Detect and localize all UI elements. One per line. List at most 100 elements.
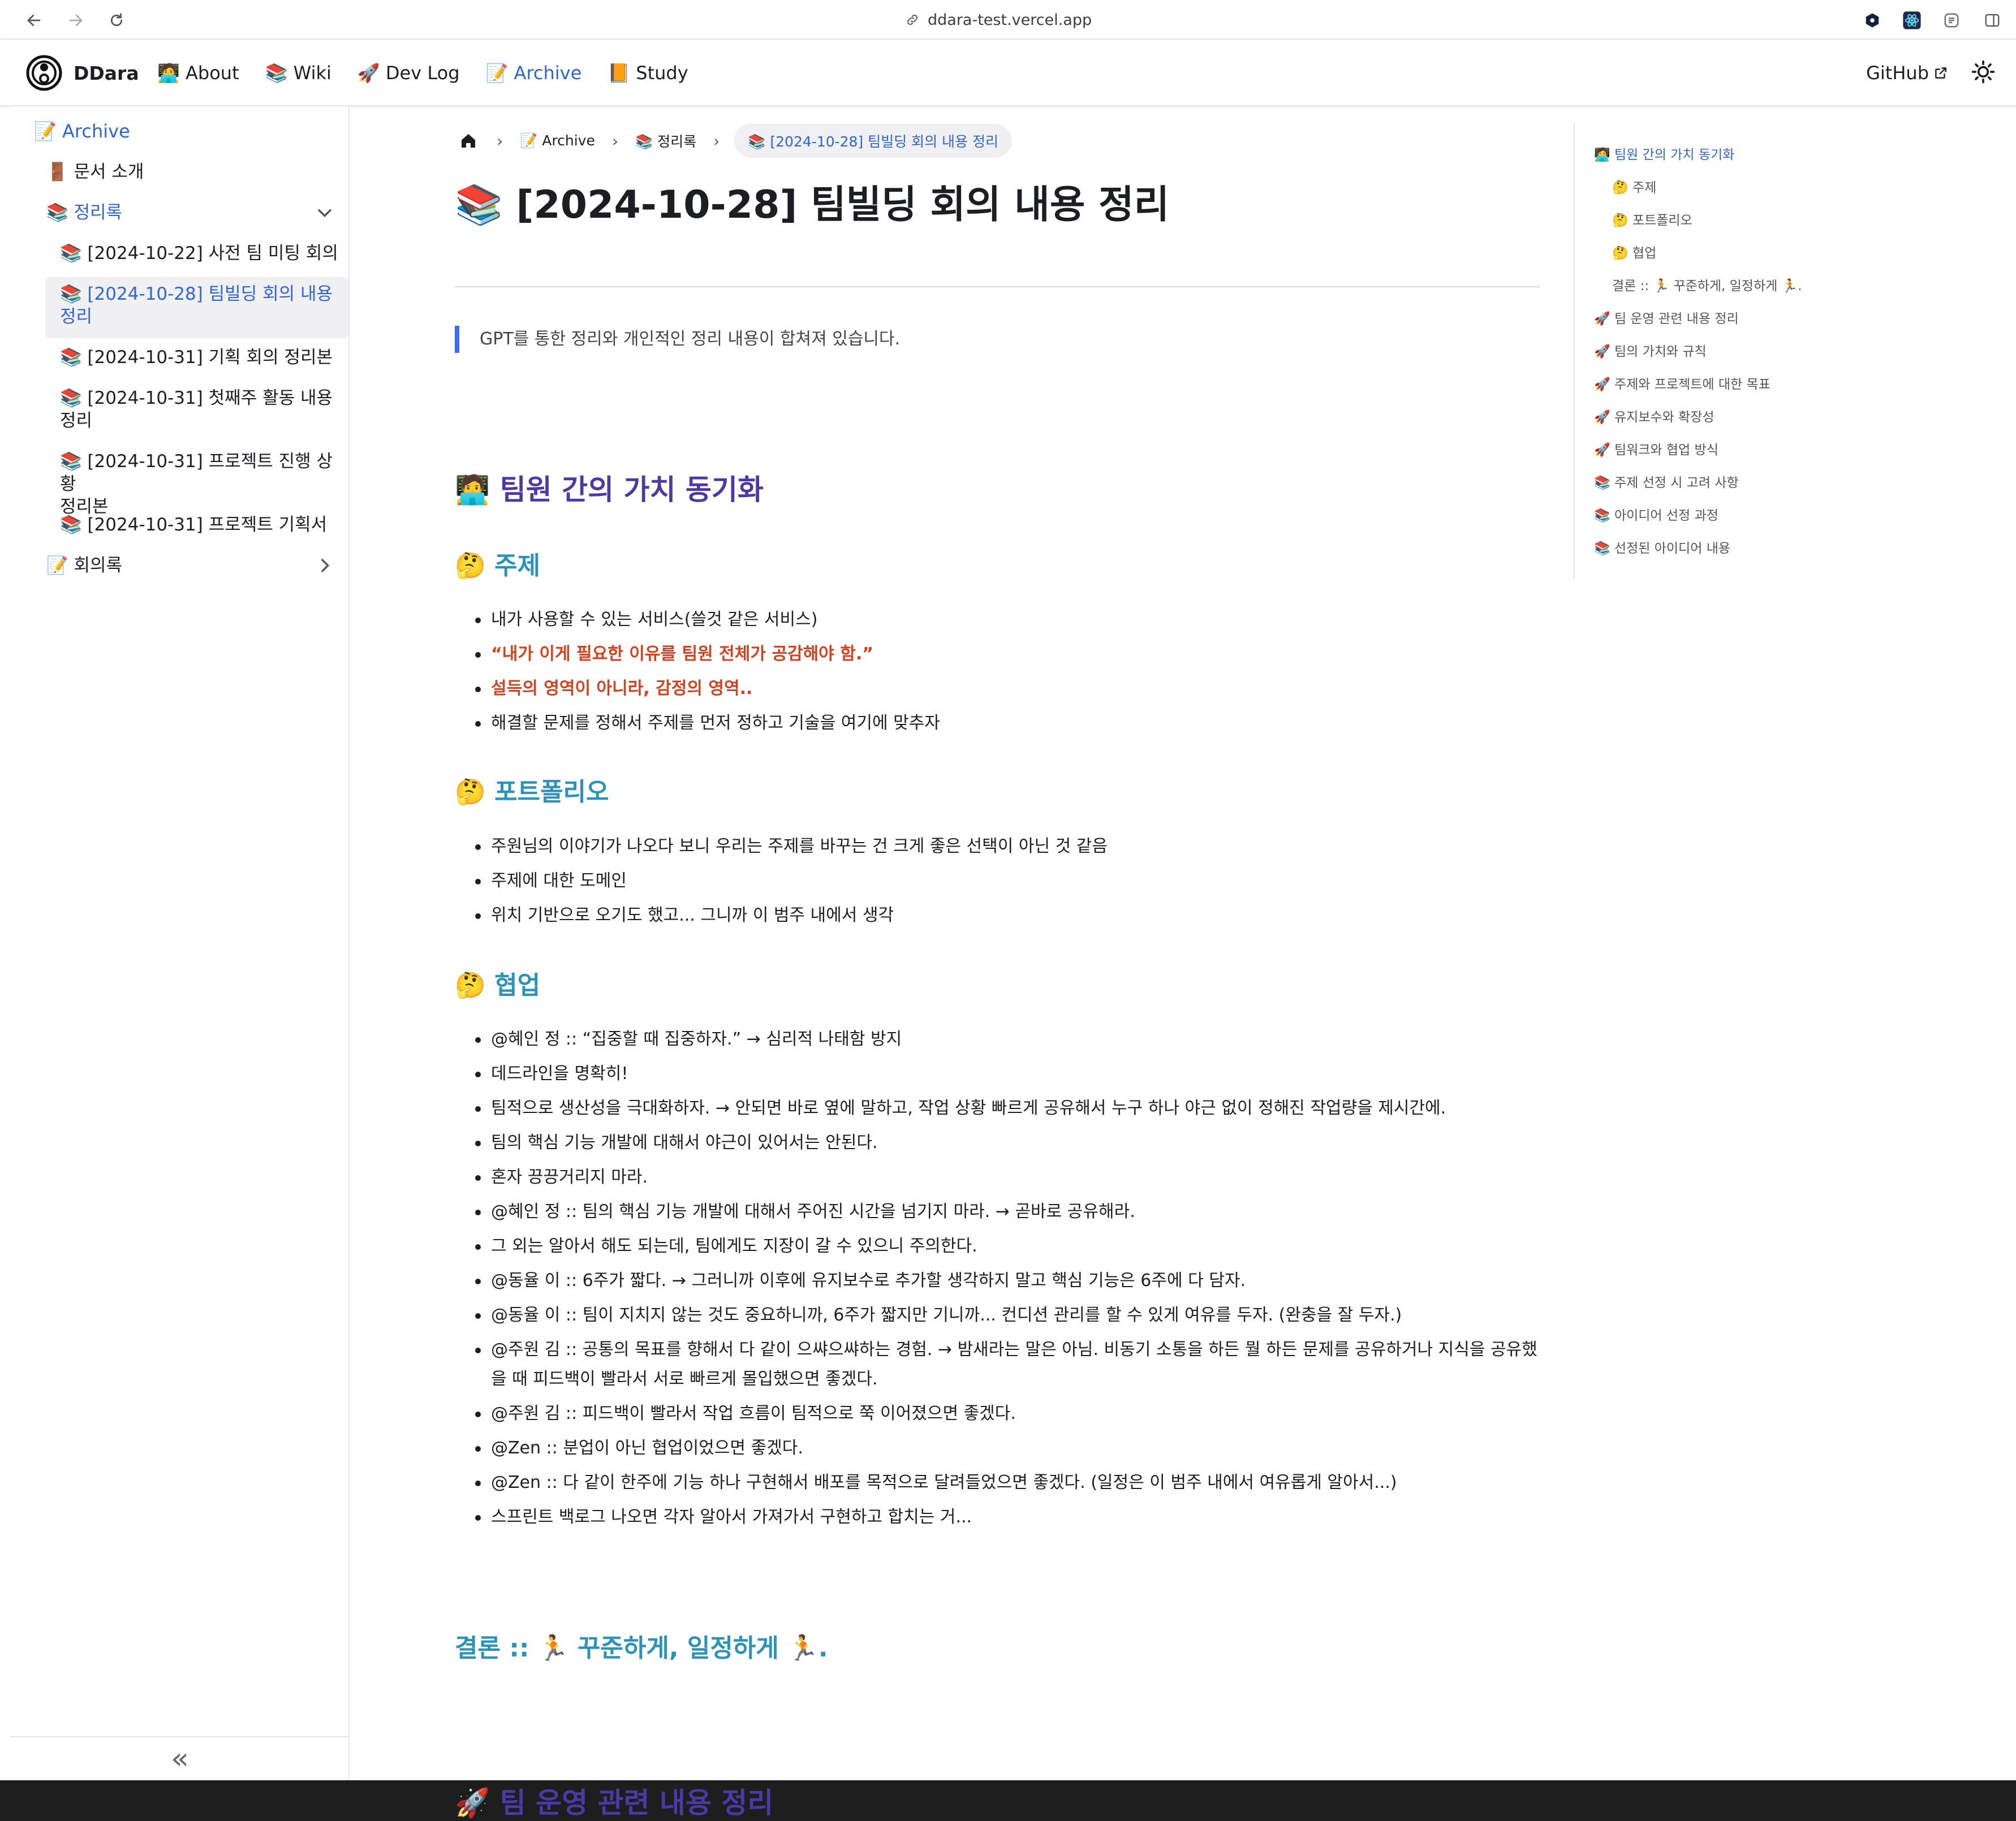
sidebar-panel-icon [1985,14,2000,27]
toc-item-topic-criteria[interactable]: 📚 주제 선정 시 고려 사항 [1594,472,1739,491]
sidebar-item-doc-1028[interactable]: 📚 [2024-10-28] 팀빌딩 회의 내용 정리 [60,283,343,328]
list-item: 팀적으로 생산성을 극대화하자. → 안되면 바로 옆에 말하고, 작업 상황 … [475,1094,1544,1123]
react-icon [1903,11,1921,29]
back-button[interactable] [23,9,45,32]
extension-button-2[interactable] [1940,9,1963,32]
nav-item-study[interactable]: 📙 Study [608,62,688,84]
sidebar-item-doc-1031-plan[interactable]: 📚 [2024-10-31] 기획 회의 정리본 [60,346,333,369]
list-item: 위치 기반으로 오기도 했고... 그니까 이 범주 내에서 생각 [475,901,1527,930]
sidebar-item-minutes[interactable]: 📝 회의록 [46,554,122,577]
github-link[interactable]: GitHub [1866,62,1948,84]
chevron-down-icon [318,209,331,218]
reload-button[interactable] [105,9,128,32]
toc-item-portfolio[interactable]: 🤔 포트폴리오 [1612,209,1692,228]
extension-hex-icon [1866,13,1879,28]
toc-item-values-sync[interactable]: 🧑‍💻 팀원 간의 가치 동기화 [1594,144,1734,163]
home-button[interactable] [455,132,482,150]
heading-topic: 🤔 주제 [455,551,541,580]
sidebar-item-archive[interactable]: 📝 Archive [34,120,130,143]
list-item: 해결할 문제를 정해서 주제를 먼저 정하고 기술을 여기에 맞추자 [475,709,1527,738]
sidebar-item-doc-1022[interactable]: 📚 [2024-10-22] 사전 팀 미팅 회의 [60,242,338,265]
double-chevron-left-icon: « [171,1742,189,1776]
toc-item-goals[interactable]: 🚀 주제와 프로젝트에 대한 목표 [1594,373,1771,392]
intro-blockquote: GPT를 통한 정리와 개인적인 정리 내용이 합쳐져 있습니다. [455,326,900,353]
ddara-logo-icon [26,55,62,91]
list-item: @동율 이 :: 6주가 짧다. → 그러니까 이후에 유지보수로 추가할 생각… [475,1266,1544,1296]
topic-list: 내가 사용할 수 있는 서비스(쓸것 같은 서비스) “내가 이게 필요한 이유… [475,605,1527,743]
sidebar-expand-button[interactable] [313,554,336,577]
nav-right: GitHub [1866,54,1996,92]
nav-item-devlog[interactable]: 🚀 Dev Log [357,62,460,84]
toc-item-collab[interactable]: 🤔 협업 [1612,242,1656,261]
breadcrumb-item-archive[interactable]: 📝 Archive [518,132,597,149]
heading-portfolio: 🤔 포트폴리오 [455,778,609,806]
sidebar-item-summary[interactable]: 📚 정리록 [46,201,122,224]
nav-item-wiki[interactable]: 📚 Wiki [265,62,331,84]
list-item: @주원 김 :: 공통의 목표를 향해서 다 같이 으쌰으쌰하는 경험. → 밤… [475,1335,1544,1394]
home-icon [462,134,475,148]
list-item: 스프린트 백로그 나오면 각자 알아서 가져가서 구현하고 합치는 거... [475,1503,1544,1532]
react-devtools-button[interactable] [1901,9,1923,32]
list-item: 주원님의 이야기가 나오다 보니 우리는 주제를 바꾸는 건 크게 좋은 선택이… [475,832,1527,861]
notes-icon [1944,13,1959,28]
toc-item-selected-idea[interactable]: 📚 선정된 아이디어 내용 [1594,537,1730,556]
theme-toggle-button[interactable] [1971,59,1996,87]
breadcrumb-current: 📚 [2024-10-28] 팀빌딩 회의 내용 정리 [734,124,1012,158]
sidebar-item-doc-1031-week1[interactable]: 📚 [2024-10-31] 첫째주 활동 내용 정리 [60,387,343,432]
table-of-contents [1574,123,1579,579]
toc-item-team-ops[interactable]: 🚀 팀 운영 관련 내용 정리 [1594,308,1739,327]
browser-toolbar: ddara-test.vercel.app [0,0,2016,40]
title-divider [455,286,1540,287]
sidebar-item-doc-1031-progress[interactable]: 📚 [2024-10-31] 프로젝트 진행 상황 정리본 [60,450,348,518]
toc-item-idea-process[interactable]: 📚 아이디어 선정 과정 [1594,504,1718,524]
brand-name: DDara [74,62,139,84]
list-item-emphasis: “내가 이게 필요한 이유를 팀원 전체가 공감해야 함.” [475,640,1527,669]
list-item: @주원 김 :: 피드백이 빨라서 작업 흐름이 팀적으로 쭉 이어졌으면 좋겠… [475,1399,1544,1429]
list-item: @혜인 정 :: “집중할 때 집중하자.” → 심리적 나태함 방지 [475,1025,1544,1054]
sidebar-item-intro[interactable]: 🚪 문서 소개 [46,161,144,183]
reload-icon [110,13,123,27]
brand-link[interactable]: DDara [26,54,139,92]
list-item: @동율 이 :: 팀이 지치지 않는 것도 중요하니까, 6주가 짧지만 기니까… [475,1301,1544,1330]
collab-list: @혜인 정 :: “집중할 때 집중하자.” → 심리적 나태함 방지 데드라인… [475,1025,1544,1537]
list-item: @Zen :: 분업이 아닌 협업이었으면 좋겠다. [475,1434,1544,1463]
sidebar-item-label: 정리 [60,307,93,327]
heading-conclusion: 결론 :: 🏃 꾸준하게, 일정하게 🏃. [455,1634,828,1663]
breadcrumb-separator: › [611,131,619,150]
docs-sidebar: 📝 Archive 🚪 문서 소개 📚 정리록 📚 [2024-10-22] 사… [10,106,350,1780]
nav-menu: 🧑‍💻 About 📚 Wiki 🚀 Dev Log 📝 Archive 📙 S… [157,54,688,92]
nav-item-about[interactable]: 🧑‍💻 About [157,62,239,84]
page-title: 📚 [2024-10-28] 팀빌딩 회의 내용 정리 [455,183,1170,227]
arrow-right-icon [69,14,83,27]
nav-item-archive[interactable]: 📝 Archive [486,62,582,84]
toc-item-team-values[interactable]: 🚀 팀의 가치와 규칙 [1594,340,1707,360]
sidebar-item-doc-1031-proposal[interactable]: 📚 [2024-10-31] 프로젝트 기획서 [60,513,327,536]
github-label: GitHub [1866,62,1929,84]
external-link-icon [1935,67,1946,79]
sidebar-item-label: 정리 [60,411,93,431]
browser-window: ddara-test.vercel.app DDara 🧑‍💻 About [0,0,2016,1819]
url-text: ddara-test.vercel.app [928,11,1092,29]
list-item: 혼자 끙끙거리지 마라. [475,1163,1544,1192]
breadcrumb-item-summary[interactable]: 📚 정리록 [633,131,699,151]
heading-team-ops: 🚀 팀 운영 관련 내용 정리 [455,1787,774,1819]
extension-button[interactable] [1861,9,1884,32]
toc-item-conclusion[interactable]: 결론 :: 🏃 꾸준하게, 일정하게 🏃. [1612,275,1802,294]
address-bar[interactable]: ddara-test.vercel.app [905,8,1092,32]
sidebar-item-label: 📚 [2024-10-31] 프로젝트 진행 상황 [60,451,333,494]
forward-button[interactable] [64,9,87,32]
toc-item-topic[interactable]: 🤔 주제 [1612,176,1656,196]
heading-values-sync: 🧑‍💻 팀원 간의 가치 동기화 [455,473,764,506]
toc-item-maintenance[interactable]: 🚀 유지보수와 확장성 [1594,406,1715,425]
sidebar-expand-button[interactable] [313,201,336,224]
sidebar-collapse-button[interactable]: « [10,1736,350,1780]
sidebar-item-label: 📚 [2024-10-28] 팀빌딩 회의 내용 [60,284,333,304]
breadcrumb: › 📝 Archive › 📚 정리록 › 📚 [2024-10-28] 팀빌딩… [455,123,1012,158]
chevron-right-icon [321,559,330,572]
toc-item-teamwork[interactable]: 🚀 팀워크와 협업 방식 [1594,439,1718,458]
link-icon [907,14,918,25]
portfolio-list: 주원님의 이야기가 나오다 보니 우리는 주제를 바꾸는 건 크게 좋은 선택이… [475,832,1527,935]
list-item: 데드라인을 명확히! [475,1059,1544,1089]
sidebar-toggle-button[interactable] [1981,9,2004,32]
list-item: @Zen :: 다 같이 한주에 기능 하나 구현해서 배포를 목적으로 달려들… [475,1468,1544,1498]
